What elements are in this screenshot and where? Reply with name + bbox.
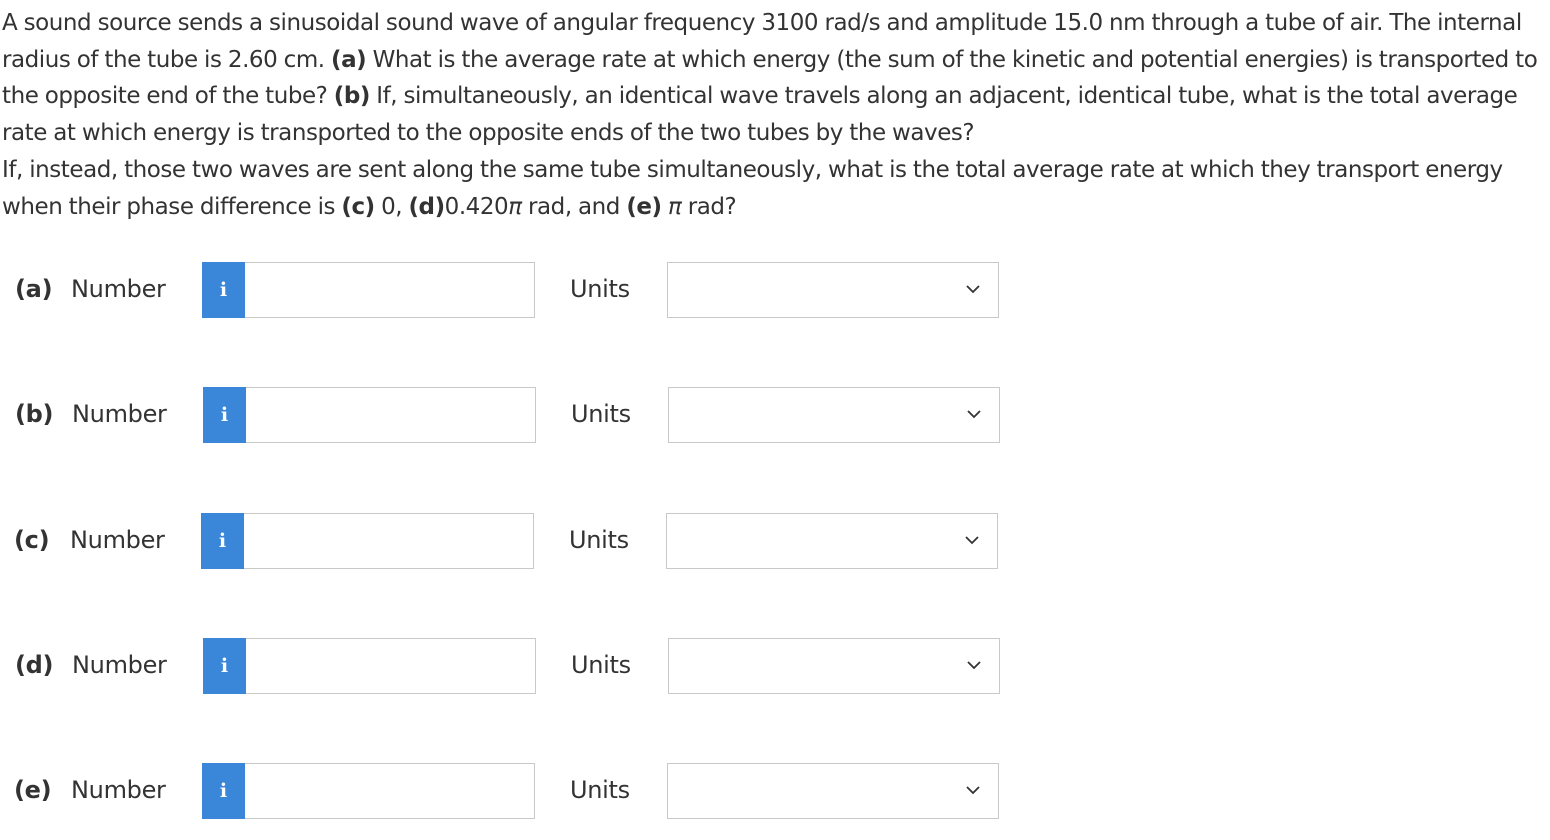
chevron-down-icon [966, 786, 980, 795]
answer-row-c: (c) Number i Units [0, 513, 1000, 569]
units-dropdown-b[interactable] [668, 387, 1000, 443]
number-input-a[interactable] [245, 262, 535, 318]
part-label: (d) [15, 651, 54, 679]
part-label: (e) [14, 776, 52, 804]
units-label: Units [569, 526, 629, 554]
chevron-down-icon [966, 285, 980, 294]
info-icon[interactable]: i [203, 387, 246, 443]
question-paragraph-1: A sound source sends a sinusoidal sound … [2, 5, 1547, 152]
question-paragraph-2: If, instead, those two waves are sent al… [2, 152, 1547, 225]
question-text-segment: rad? [681, 193, 737, 220]
answer-row-e: (e) Number i Units [0, 763, 1000, 819]
info-icon[interactable]: i [202, 763, 245, 819]
part-label: (c) [14, 526, 50, 554]
info-icon[interactable]: i [202, 262, 245, 318]
units-dropdown-d[interactable] [668, 638, 1000, 694]
number-label: Number [72, 651, 167, 679]
answer-row-d: (d) Number i Units [0, 638, 1000, 694]
units-label: Units [571, 651, 631, 679]
question-text-segment: 0.420 [444, 193, 509, 220]
units-dropdown-e[interactable] [667, 763, 999, 819]
units-label: Units [570, 275, 630, 303]
info-icon[interactable]: i [203, 638, 246, 694]
part-c-marker: (c) [341, 193, 375, 220]
number-label: Number [71, 776, 166, 804]
part-b-marker: (b) [333, 83, 371, 110]
question-text-segment: 0, [374, 193, 409, 220]
number-label: Number [70, 526, 165, 554]
pi-symbol: π [508, 193, 522, 220]
number-input-c[interactable] [244, 513, 534, 569]
question-text: A sound source sends a sinusoidal sound … [2, 5, 1547, 225]
number-label: Number [72, 400, 167, 428]
answer-row-b: (b) Number i Units [0, 387, 1000, 443]
number-input-d[interactable] [246, 638, 536, 694]
chevron-down-icon [965, 536, 979, 545]
chevron-down-icon [967, 661, 981, 670]
number-input-e[interactable] [245, 763, 535, 819]
part-label: (b) [15, 400, 54, 428]
chevron-down-icon [967, 410, 981, 419]
units-dropdown-c[interactable] [666, 513, 998, 569]
units-dropdown-a[interactable] [667, 262, 999, 318]
pi-symbol: π [667, 193, 682, 220]
question-text-segment: rad, and [521, 193, 627, 220]
number-input-b[interactable] [246, 387, 536, 443]
question-text-segment: If, instead, those two waves are sent al… [2, 156, 1503, 220]
part-a-marker: (a) [331, 46, 367, 73]
answer-row-a: (a) Number i Units [0, 262, 1000, 318]
units-label: Units [571, 400, 631, 428]
units-label: Units [570, 776, 630, 804]
number-label: Number [71, 275, 166, 303]
info-icon[interactable]: i [201, 513, 244, 569]
part-d-marker: (d) [408, 193, 446, 220]
part-label: (a) [15, 275, 53, 303]
part-e-marker: (e) [626, 193, 662, 220]
